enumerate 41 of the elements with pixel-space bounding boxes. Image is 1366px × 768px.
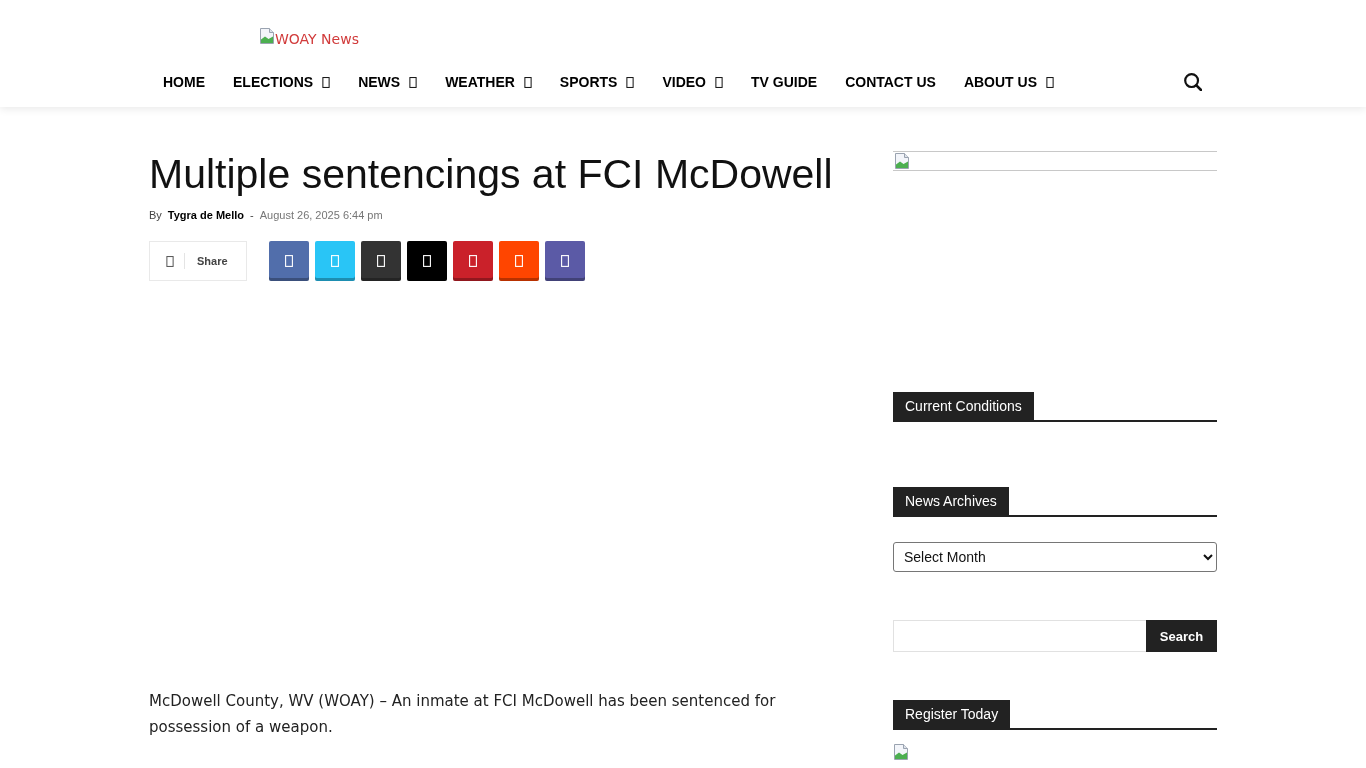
social-share-button[interactable]: [407, 241, 447, 281]
logo-alt-text: WOAY News: [275, 30, 359, 48]
social-share-button[interactable]: [453, 241, 493, 281]
post-date: August 26, 2025 6:44 pm: [259, 208, 383, 223]
nav-link[interactable]: CONTACT US: [831, 60, 950, 104]
nav-link[interactable]: TV GUIDE: [737, 60, 832, 104]
nav-link[interactable]: HOME: [149, 60, 219, 104]
nav-link[interactable]: NEWS: [344, 60, 432, 104]
missing-glyph-icon: [515, 255, 523, 267]
author-link[interactable]: Tygra de Mello: [167, 207, 245, 223]
widget-title: Current Conditions: [893, 392, 1034, 420]
nav-link[interactable]: VIDEO: [648, 60, 737, 104]
article-paragraph: McDowell County, WV (WOAY) – An inmate at FCI McDowell has been sentenced for possession of a weapon.: [149, 691, 777, 738]
widget-title: Register Today: [893, 700, 1011, 728]
nav-link[interactable]: SPORTS: [545, 60, 649, 104]
search-button[interactable]: Search: [1146, 620, 1217, 652]
missing-glyph-icon: [166, 255, 174, 267]
broken-image-icon: [894, 153, 910, 169]
article-title: Multiple sentencings at FCI McDowell: [149, 150, 834, 199]
broken-image-icon: [893, 744, 909, 760]
missing-glyph-icon: [423, 255, 431, 267]
search-icon[interactable]: [1184, 73, 1202, 91]
missing-glyph-icon: [561, 255, 569, 267]
byline-label: By: [149, 208, 162, 223]
missing-glyph-icon: [285, 255, 293, 267]
missing-glyph-icon: [331, 255, 339, 267]
nav-link[interactable]: ELECTIONS: [219, 60, 345, 104]
month-select[interactable]: Select Month: [893, 542, 1217, 572]
meta-separator: -: [250, 208, 254, 223]
broken-image-icon: [259, 28, 275, 44]
social-share-button[interactable]: [361, 241, 401, 281]
social-share-button[interactable]: [545, 241, 585, 281]
missing-glyph-icon: [469, 255, 477, 267]
nav-link[interactable]: WEATHER: [431, 60, 546, 104]
share-button[interactable]: Share: [149, 241, 247, 281]
missing-glyph-icon: [377, 255, 385, 267]
social-share-button[interactable]: [269, 241, 309, 281]
search-input[interactable]: [893, 620, 1146, 652]
widget-title: News Archives: [893, 487, 1009, 515]
nav-link[interactable]: ABOUT US: [949, 60, 1068, 104]
logo-link[interactable]: WOAY News: [259, 28, 359, 48]
